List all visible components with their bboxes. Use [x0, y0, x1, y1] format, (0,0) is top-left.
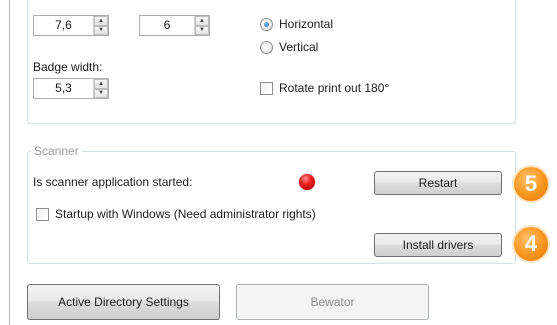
rotate-print-label: Rotate print out 180°: [279, 81, 390, 95]
rotate-print-checkbox[interactable]: Rotate print out 180°: [260, 81, 389, 95]
startup-with-windows-checkbox[interactable]: Startup with Windows (Need administrator…: [36, 207, 316, 221]
restart-button-label: Restart: [418, 176, 458, 190]
checkbox-icon[interactable]: [36, 207, 49, 221]
height-spinbox[interactable]: 7,6 ▲ ▼: [33, 15, 109, 36]
step-4-number: 4: [524, 231, 538, 256]
step-5-number: 5: [524, 171, 538, 196]
active-directory-settings-label: Active Directory Settings: [58, 295, 189, 309]
startup-with-windows-label: Startup with Windows (Need administrator…: [55, 207, 316, 221]
orientation-horizontal-label: Horizontal: [279, 17, 334, 31]
spin-down-icon[interactable]: ▼: [94, 25, 108, 35]
checkbox-icon[interactable]: [260, 81, 273, 95]
badge-width-value[interactable]: 5,3: [34, 79, 93, 98]
badge-width-label: Badge width:: [33, 60, 103, 74]
restart-button[interactable]: Restart: [374, 171, 502, 195]
scanner-status-indicator-icon: [299, 174, 315, 190]
orientation-vertical-option[interactable]: Vertical: [260, 40, 318, 54]
spin-down-icon[interactable]: ▼: [94, 88, 108, 98]
radio-selected-icon[interactable]: [260, 17, 273, 31]
bewator-label: Bewator: [310, 295, 355, 309]
spin-up-icon[interactable]: ▲: [195, 16, 209, 26]
badge-width-spinbox[interactable]: 5,3 ▲ ▼: [33, 78, 109, 99]
step-4-callout: 4: [514, 227, 548, 261]
spin-up-icon[interactable]: ▲: [94, 16, 108, 26]
install-drivers-button[interactable]: Install drivers: [374, 233, 502, 257]
step-5-callout: 5: [514, 167, 548, 201]
active-directory-settings-button[interactable]: Active Directory Settings: [27, 284, 220, 320]
scanner-status-label: Is scanner application started:: [33, 175, 193, 189]
height-value[interactable]: 7,6: [34, 16, 93, 35]
scanner-group-label: Scanner: [31, 144, 82, 158]
orientation-vertical-label: Vertical: [279, 40, 319, 54]
columns-value[interactable]: 6: [140, 16, 194, 35]
window-left-border: [9, 0, 10, 325]
install-drivers-button-label: Install drivers: [402, 238, 474, 252]
orientation-horizontal-option[interactable]: Horizontal: [260, 17, 333, 31]
bewator-button[interactable]: Bewator: [236, 284, 429, 320]
columns-spinbox[interactable]: 6 ▲ ▼: [139, 15, 210, 36]
spin-down-icon[interactable]: ▼: [195, 25, 209, 35]
spin-up-icon[interactable]: ▲: [94, 79, 108, 89]
radio-unselected-icon[interactable]: [260, 40, 273, 54]
